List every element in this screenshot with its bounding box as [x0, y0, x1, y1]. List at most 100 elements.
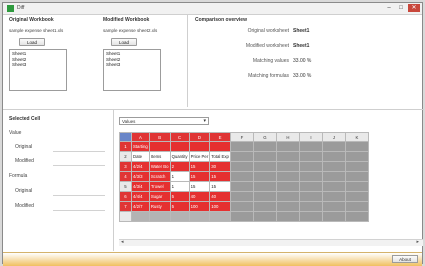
grid-cell[interactable]: 30 [209, 161, 231, 172]
list-item[interactable]: Sheet3 [106, 62, 158, 68]
grid-cell[interactable]: Total Exp [209, 151, 231, 162]
column-header[interactable]: F [229, 132, 254, 142]
grid-cell[interactable]: 15 [188, 181, 211, 192]
row-header[interactable]: 6 [119, 191, 132, 202]
column-header[interactable]: B [148, 132, 171, 142]
grid-cell[interactable] [252, 211, 277, 222]
grid-cell[interactable] [321, 191, 346, 202]
column-header[interactable]: D [188, 132, 211, 142]
grid-cell[interactable] [298, 161, 323, 172]
grid-cell[interactable] [275, 171, 300, 182]
grid-cell[interactable]: 4/3/3 [131, 171, 150, 182]
grid-cell[interactable] [229, 141, 254, 152]
grid-cell[interactable] [298, 171, 323, 182]
grid-cell[interactable] [252, 191, 277, 202]
grid-cell[interactable]: Sugar [148, 191, 171, 202]
grid-cell[interactable] [252, 151, 277, 162]
formula-modified-field[interactable] [53, 200, 105, 211]
grid-cell[interactable] [229, 191, 254, 202]
grid-cell[interactable]: 4/3/4 [131, 181, 150, 192]
value-original-field[interactable] [53, 141, 105, 152]
grid-cell[interactable] [344, 201, 369, 212]
grid-cell[interactable] [298, 201, 323, 212]
grid-cell[interactable] [344, 191, 369, 202]
about-button[interactable]: About [392, 255, 418, 263]
grid-cell[interactable] [229, 201, 254, 212]
grid-cell[interactable]: 1 [169, 171, 190, 182]
grid-cell[interactable] [169, 211, 190, 222]
row-header[interactable]: 7 [119, 201, 132, 212]
grid-cell[interactable] [275, 201, 300, 212]
row-header[interactable] [119, 211, 132, 222]
grid-cell[interactable] [344, 181, 369, 192]
grid-cell[interactable] [344, 141, 369, 152]
diff-grid[interactable]: A B C D E F G H I J K 1 Starting 2 Date … [119, 132, 369, 222]
grid-cell[interactable] [298, 211, 323, 222]
grid-cell[interactable] [229, 171, 254, 182]
view-select[interactable]: Values ▾ [119, 117, 209, 125]
grid-cell[interactable]: 5 [169, 191, 190, 202]
grid-cell[interactable] [344, 211, 369, 222]
column-header[interactable]: E [209, 132, 231, 142]
grid-cell[interactable]: 5 [169, 201, 190, 212]
grid-cell[interactable] [188, 211, 211, 222]
maximize-button[interactable]: □ [396, 4, 406, 12]
row-header[interactable]: 5 [119, 181, 132, 192]
grid-cell[interactable] [321, 161, 346, 172]
grid-cell[interactable] [275, 191, 300, 202]
grid-cell[interactable] [321, 181, 346, 192]
value-modified-field[interactable] [53, 155, 105, 166]
scroll-right-icon[interactable]: ▸ [416, 239, 419, 245]
grid-cell[interactable] [209, 141, 231, 152]
grid-cell[interactable]: 15 [209, 181, 231, 192]
grid-cell[interactable] [275, 181, 300, 192]
grid-cell[interactable] [252, 161, 277, 172]
grid-cell[interactable]: 100 [209, 201, 231, 212]
formula-original-field[interactable] [53, 185, 105, 196]
grid-cell[interactable]: 40 [188, 191, 211, 202]
grid-cell[interactable]: Trowel [148, 181, 171, 192]
grid-cell[interactable]: Starting [131, 141, 150, 152]
grid-cell[interactable] [344, 171, 369, 182]
column-header[interactable]: I [298, 132, 323, 142]
close-button[interactable]: ✕ [408, 4, 420, 12]
grid-cell[interactable]: 1 [169, 181, 190, 192]
original-load-button[interactable]: Load [19, 38, 45, 46]
grid-cell[interactable]: Quantity [169, 151, 190, 162]
original-sheet-list[interactable]: Sheet1 Sheet2 Sheet3 [9, 49, 67, 91]
grid-cell[interactable] [252, 171, 277, 182]
grid-cell[interactable]: 4/2/4 [131, 161, 150, 172]
grid-cell[interactable] [148, 141, 171, 152]
grid-cell[interactable] [298, 181, 323, 192]
grid-cell[interactable] [275, 141, 300, 152]
grid-cell[interactable]: 4/2/7 [131, 201, 150, 212]
column-header[interactable]: A [131, 132, 150, 142]
grid-cell[interactable] [298, 141, 323, 152]
grid-cell[interactable]: Rusty [148, 201, 171, 212]
row-header[interactable]: 2 [119, 151, 132, 162]
grid-cell[interactable] [275, 161, 300, 172]
grid-cell[interactable] [321, 201, 346, 212]
grid-cell[interactable] [169, 141, 190, 152]
list-item[interactable]: Sheet3 [12, 62, 64, 68]
modified-load-button[interactable]: Load [111, 38, 137, 46]
row-header[interactable]: 3 [119, 161, 132, 172]
grid-cell[interactable] [321, 141, 346, 152]
grid-cell[interactable] [321, 211, 346, 222]
grid-cell[interactable] [209, 211, 231, 222]
grid-cell[interactable] [229, 181, 254, 192]
row-header[interactable]: 1 [119, 141, 132, 152]
grid-cell[interactable] [298, 151, 323, 162]
grid-cell[interactable] [275, 211, 300, 222]
grid-cell[interactable] [275, 151, 300, 162]
column-header[interactable]: H [275, 132, 300, 142]
corner-cell[interactable] [119, 132, 132, 142]
column-header[interactable]: J [321, 132, 346, 142]
grid-cell[interactable] [321, 171, 346, 182]
grid-cell[interactable] [321, 151, 346, 162]
minimize-button[interactable]: – [384, 4, 394, 12]
grid-cell[interactable]: 15 [188, 171, 211, 182]
grid-cell[interactable] [344, 161, 369, 172]
grid-cell[interactable]: 15 [209, 171, 231, 182]
grid-cell[interactable] [298, 191, 323, 202]
